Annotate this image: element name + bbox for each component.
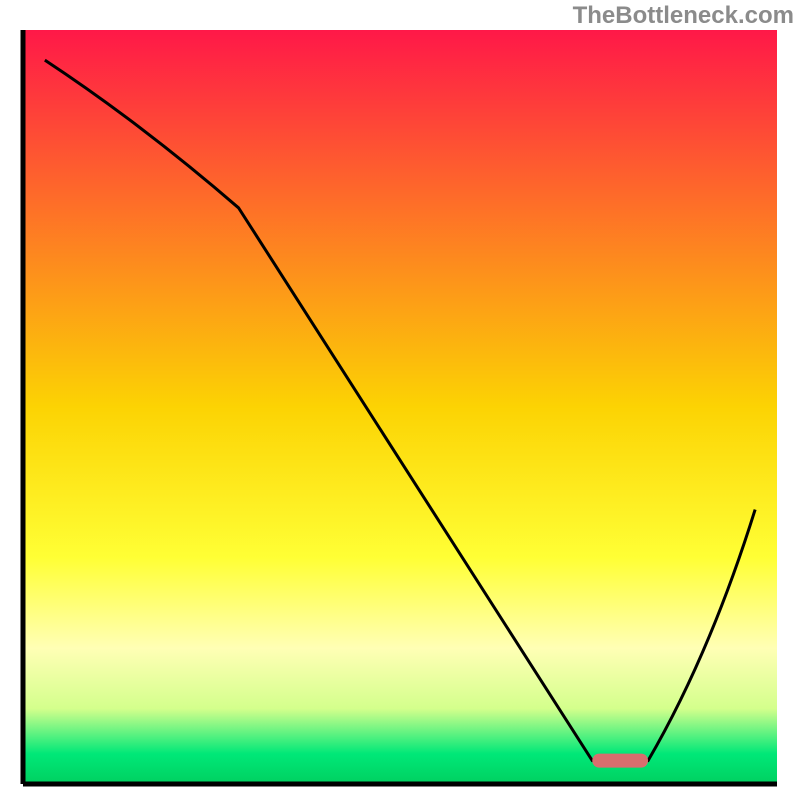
chart-container: TheBottleneck.com [0,0,800,800]
gradient-background [23,30,777,784]
watermark-text: TheBottleneck.com [573,2,794,30]
optimal-range-marker [592,754,648,768]
bottleneck-chart [0,0,800,800]
